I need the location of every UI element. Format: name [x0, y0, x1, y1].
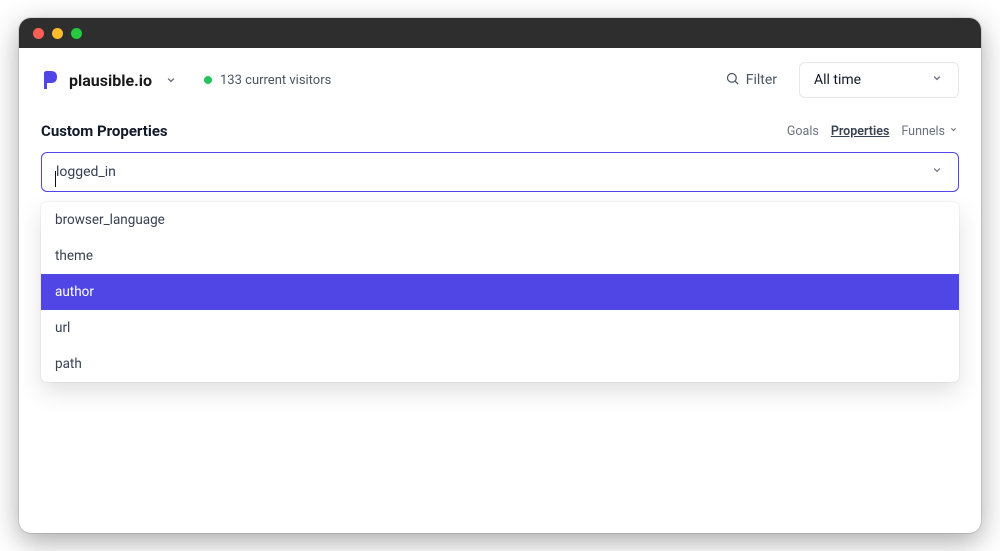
- property-combobox-value: logged_in: [56, 164, 116, 180]
- property-option[interactable]: author: [41, 274, 959, 310]
- property-option[interactable]: url: [41, 310, 959, 346]
- plausible-logo-icon: [41, 71, 57, 89]
- date-range-select[interactable]: All time: [799, 62, 959, 98]
- property-combobox[interactable]: logged_in: [41, 152, 959, 192]
- date-range-label: All time: [814, 72, 861, 88]
- site-name[interactable]: plausible.io: [69, 71, 152, 90]
- property-option[interactable]: path: [41, 346, 959, 382]
- current-visitors[interactable]: 133 current visitors: [204, 73, 331, 88]
- site-switcher-chevron-icon[interactable]: [164, 73, 178, 87]
- filter-label: Filter: [746, 72, 777, 88]
- chevron-down-icon: [930, 71, 944, 89]
- property-option[interactable]: theme: [41, 238, 959, 274]
- section-title: Custom Properties: [41, 122, 168, 140]
- chevron-down-icon: [930, 163, 944, 181]
- visitors-count-label: 133 current visitors: [220, 73, 331, 88]
- window-close-button[interactable]: [33, 28, 44, 39]
- tab-funnels[interactable]: Funnels: [901, 124, 959, 139]
- section-tabs: Goals Properties Funnels: [787, 124, 959, 139]
- app-window: plausible.io 133 current visitors Filter…: [19, 18, 981, 533]
- window-zoom-button[interactable]: [71, 28, 82, 39]
- window-titlebar: [19, 18, 981, 48]
- filter-button[interactable]: Filter: [715, 65, 787, 96]
- window-minimize-button[interactable]: [52, 28, 63, 39]
- search-icon: [725, 71, 740, 90]
- property-option[interactable]: browser_language: [41, 202, 959, 238]
- top-bar: plausible.io 133 current visitors Filter…: [19, 48, 981, 112]
- live-indicator-icon: [204, 76, 212, 84]
- property-dropdown: browser_languagethemeauthorurlpath: [41, 202, 959, 382]
- tab-properties[interactable]: Properties: [831, 124, 890, 139]
- section-header: Custom Properties Goals Properties Funne…: [41, 122, 959, 140]
- main-content: Custom Properties Goals Properties Funne…: [19, 112, 981, 404]
- tab-goals[interactable]: Goals: [787, 124, 819, 139]
- tab-funnels-label: Funnels: [901, 124, 945, 139]
- chevron-down-icon: [948, 124, 959, 139]
